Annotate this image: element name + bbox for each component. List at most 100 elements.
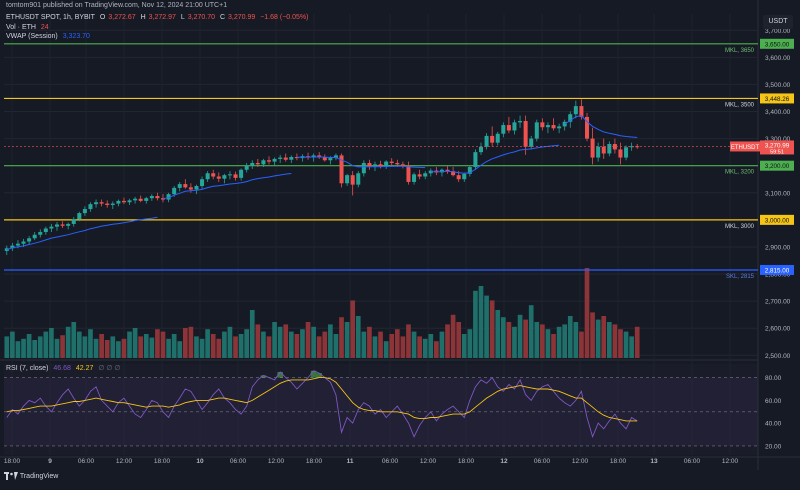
- volume-bar: [634, 326, 640, 358]
- volume-bar: [579, 331, 584, 358]
- volume-bar: [372, 336, 378, 358]
- candle-body: [512, 122, 517, 131]
- volume-bar: [545, 329, 551, 358]
- published-text: tomtom901 published on TradingView.com, …: [6, 2, 228, 9]
- candle-body: [278, 157, 283, 159]
- volume-bar: [199, 338, 205, 358]
- footer-brand[interactable]: TradingView: [4, 472, 58, 480]
- candle-body: [462, 173, 467, 180]
- volume-bar: [495, 310, 501, 358]
- rsi-tick-label: 20.00: [765, 443, 782, 450]
- candle-body: [484, 135, 489, 147]
- price-tick-label: 3,100.00: [765, 190, 791, 197]
- volume-bar: [540, 324, 545, 358]
- rsi-tick-label: 60.00: [765, 398, 782, 405]
- volume-bar: [333, 334, 339, 358]
- time-tick-label: 18:00: [154, 458, 171, 465]
- candle-body: [283, 157, 288, 160]
- candle-body: [624, 147, 629, 158]
- time-tick-label: 18:00: [610, 458, 627, 465]
- symbol-legend[interactable]: ETHUSDT SPOT, 1h, BYBIT O 3,272.67 H 3,272…: [6, 14, 311, 21]
- level-label: MKL, 3650: [725, 48, 755, 54]
- volume-bar: [15, 341, 21, 358]
- candle-body: [529, 138, 534, 147]
- symbol-tag-label: ETHUSDT: [731, 145, 760, 151]
- candle-body: [361, 162, 366, 174]
- rsi-legend[interactable]: RSI (7, close) 46.68 42.27 ∅ ∅ ∅: [6, 364, 124, 372]
- candle-body: [15, 243, 20, 246]
- volume-bar: [227, 326, 233, 358]
- price-tick-label: 2,500.00: [765, 353, 791, 360]
- volume-bar: [556, 326, 562, 358]
- candle-body: [233, 174, 238, 178]
- volume-bar: [138, 336, 144, 358]
- volume-bar: [238, 334, 244, 358]
- symbol-name: ETHUSDT SPOT, 1h, BYBIT: [6, 14, 95, 21]
- volume-bar: [406, 324, 411, 358]
- candle-body: [389, 161, 394, 163]
- candle-body: [200, 179, 205, 186]
- volume-bar: [261, 331, 266, 358]
- volume-bar: [166, 338, 171, 358]
- rsi-ma-value: 42.27: [75, 365, 94, 372]
- chart[interactable]: 3,700.00 3,600.00 3,500.00 3,400.00 3,300.00…: [0, 0, 800, 485]
- candle-body: [183, 184, 188, 188]
- candle-body: [618, 149, 623, 158]
- last-price-label: 3,270.99: [765, 142, 790, 149]
- candle-body: [490, 135, 495, 143]
- candle-body: [406, 165, 411, 182]
- volume-label: Vol · ETH: [6, 24, 36, 31]
- volume-legend[interactable]: Vol · ETH 24: [6, 24, 52, 31]
- price-tick-label: 3,500.00: [765, 82, 791, 89]
- volume-bar: [244, 329, 250, 358]
- volume-bar: [255, 324, 261, 358]
- candle-body: [149, 196, 154, 199]
- candle-body: [417, 174, 422, 177]
- candle-body: [412, 174, 417, 182]
- volume-bar: [177, 341, 183, 358]
- vwap-legend[interactable]: VWAP (Session) 3,323.70: [6, 33, 93, 40]
- candle-body: [545, 125, 550, 128]
- time-tick-label: 06:00: [230, 458, 247, 465]
- level-price-label: 3,448.26: [765, 96, 790, 103]
- currency-badge[interactable]: USDT: [763, 15, 793, 29]
- volume-bar: [618, 329, 623, 358]
- volume-bar: [160, 331, 166, 358]
- candle-body: [261, 160, 266, 165]
- candle-body: [607, 144, 612, 154]
- volume-bar: [422, 338, 428, 358]
- time-tick-label: 06:00: [534, 458, 551, 465]
- chart-canvas[interactable]: 3,700.003,600.003,500.003,400.003,300.00…: [0, 0, 800, 485]
- candle-body: [540, 122, 545, 128]
- volume-bar: [378, 331, 383, 358]
- time-tick-label: 06:00: [684, 458, 701, 465]
- volume-bar: [54, 338, 60, 358]
- candle-body: [395, 162, 400, 165]
- close-label: C: [219, 14, 225, 21]
- candle-body: [523, 120, 528, 147]
- volume-bar: [567, 316, 573, 358]
- volume-bar: [590, 312, 595, 358]
- volume-bar: [104, 340, 110, 358]
- candle-body: [501, 125, 506, 134]
- volume-bar: [171, 334, 177, 358]
- price-tick-label: 2,700.00: [765, 299, 791, 306]
- tradingview-logo-icon: [4, 472, 18, 480]
- candle-body: [21, 241, 26, 244]
- time-tick-label: 12: [500, 458, 508, 465]
- volume-bar: [93, 338, 99, 358]
- volume-bar: [49, 328, 54, 358]
- volume-bar: [155, 329, 160, 358]
- candle-body: [222, 175, 227, 179]
- candle-body: [372, 164, 378, 167]
- volume-bar: [523, 319, 528, 358]
- candle-body: [356, 173, 361, 185]
- volume-bar: [277, 326, 283, 358]
- volume-bar: [394, 329, 400, 358]
- volume-bar: [595, 319, 601, 358]
- candle-body: [116, 200, 121, 204]
- volume-bar: [562, 324, 568, 358]
- rsi-tick-label: 80.00: [765, 375, 782, 382]
- time-tick-label: 9: [48, 458, 52, 465]
- volume-bar: [573, 322, 579, 358]
